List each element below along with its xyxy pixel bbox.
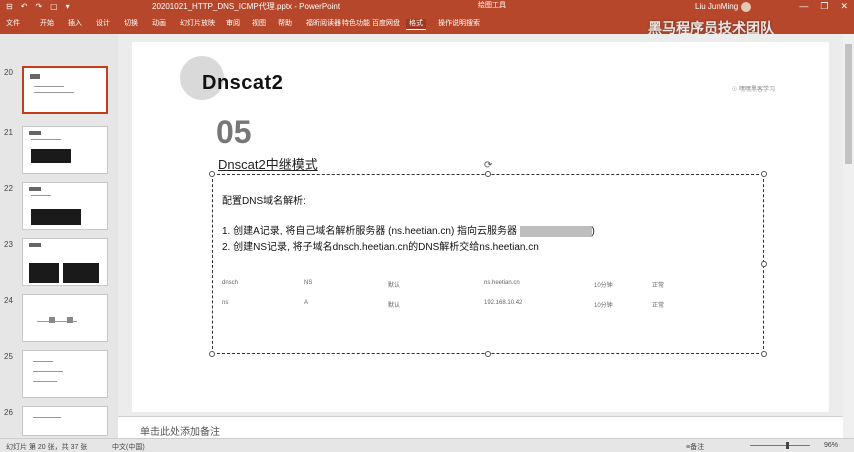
- resize-handle[interactable]: [761, 171, 767, 177]
- language-indicator[interactable]: 中文(中国): [112, 442, 145, 452]
- step-1-text[interactable]: 1. 创建A记录, 将自己域名解析服务器 (ns.heetian.cn) 指向云…: [222, 222, 595, 237]
- slide-thumbnail[interactable]: [22, 350, 108, 398]
- slide[interactable]: Dnscat2 ☉ 嘿嘿黑客学习 05 Dnscat2中继模式 ⟳ 配置DNS域…: [132, 42, 829, 412]
- tab-view[interactable]: 视图: [252, 19, 266, 29]
- tab-design[interactable]: 设计: [96, 19, 110, 29]
- present-icon[interactable]: ▢: [50, 2, 58, 12]
- cell: 默认: [388, 283, 401, 289]
- window-controls: — ❐ ✕: [799, 1, 848, 12]
- quick-access-toolbar: ⊟ ↶ ↷ ▢ ▾: [6, 2, 70, 12]
- slide-thumbnail-pane: 20 21 22 23 24 25 26: [0, 34, 118, 438]
- step-1-prefix: 1. 创建A记录, 将自己域名解析服务器 (ns.heetian.cn) 指向云…: [222, 226, 518, 237]
- cell: ns.heetian.cn: [484, 280, 520, 286]
- tab-animations[interactable]: 动画: [152, 19, 166, 29]
- undo-icon[interactable]: ↶: [21, 2, 28, 12]
- step-2-text[interactable]: 2. 创建NS记录, 将子域名dnsch.heetian.cn的DNS解析交给n…: [222, 238, 539, 253]
- cell: 默认: [388, 303, 401, 309]
- thumb-number: 22: [4, 184, 13, 193]
- notes-placeholder[interactable]: 单击此处添加备注: [140, 423, 220, 438]
- tab-format[interactable]: 格式: [406, 19, 426, 30]
- cell: 正常: [652, 283, 665, 289]
- resize-handle[interactable]: [209, 171, 215, 177]
- zoom-level[interactable]: 96%: [824, 442, 838, 449]
- brand-badge: ☉ 嘿嘿黑客学习: [732, 87, 776, 93]
- table-row: dnsch NS 默认 ns.heetian.cn 10分钟 正常: [222, 280, 742, 290]
- title-bar: ⊟ ↶ ↷ ▢ ▾ 20201021_HTTP_DNS_ICMP代理.pptx …: [0, 0, 854, 14]
- cell: A: [304, 300, 309, 306]
- thumb-number: 23: [4, 240, 13, 249]
- resize-handle[interactable]: [209, 351, 215, 357]
- thumb-number: 26: [4, 408, 13, 417]
- restore-button[interactable]: ❐: [820, 1, 828, 12]
- slide-editing-area: Dnscat2 ☉ 嘿嘿黑客学习 05 Dnscat2中继模式 ⟳ 配置DNS域…: [118, 34, 843, 416]
- notes-button[interactable]: ≡备注: [686, 442, 704, 452]
- document-title: 20201021_HTTP_DNS_ICMP代理.pptx - PowerPoi…: [152, 2, 341, 11]
- tab-help[interactable]: 帮助: [278, 19, 292, 29]
- search-commands[interactable]: 操作说明搜索: [438, 19, 480, 29]
- slide-info: 幻灯片 第 20 张，共 37 张: [6, 444, 88, 451]
- zoom-slider[interactable]: [750, 445, 810, 446]
- context-tools-label: 绘图工具: [478, 2, 506, 9]
- slide-thumbnail[interactable]: [22, 294, 108, 342]
- thumb-number: 25: [4, 352, 13, 361]
- slide-title[interactable]: Dnscat2: [202, 72, 283, 95]
- slide-thumbnail[interactable]: [22, 182, 108, 230]
- resize-handle[interactable]: [485, 351, 491, 357]
- user-name[interactable]: Liu JunMing: [695, 2, 738, 12]
- scrollbar-thumb[interactable]: [845, 44, 852, 164]
- rotate-handle-icon[interactable]: ⟳: [484, 160, 492, 171]
- resize-handle[interactable]: [761, 261, 767, 267]
- tab-transitions[interactable]: 切换: [124, 19, 138, 29]
- thumb-number: 24: [4, 296, 13, 305]
- resize-handle[interactable]: [761, 351, 767, 357]
- close-button[interactable]: ✕: [840, 1, 848, 12]
- thumb-number: 20: [4, 68, 13, 77]
- tab-slideshow[interactable]: 幻灯片放映: [180, 19, 215, 29]
- thumb-number: 21: [4, 128, 13, 137]
- status-bar: 幻灯片 第 20 张，共 37 张 中文(中国) ≡备注 96%: [0, 438, 854, 452]
- intro-text[interactable]: 配置DNS域名解析:: [222, 192, 306, 207]
- vertical-scrollbar[interactable]: [843, 34, 854, 438]
- tab-home[interactable]: 开始: [40, 19, 54, 29]
- slide-thumbnail[interactable]: [22, 66, 108, 114]
- cell: ns: [222, 300, 229, 306]
- cell: 10分钟: [594, 283, 613, 289]
- cell: 10分钟: [594, 303, 613, 309]
- section-number[interactable]: 05: [216, 114, 252, 151]
- tab-foxit[interactable]: 福昕阅读器: [306, 19, 341, 29]
- zoom-slider-knob[interactable]: [786, 442, 789, 449]
- cell: 192.168.10.42: [484, 300, 523, 306]
- step-1-suffix: ): [591, 226, 595, 237]
- slide-thumbnail[interactable]: [22, 126, 108, 174]
- customize-icon[interactable]: ▾: [66, 2, 70, 12]
- tab-insert[interactable]: 插入: [68, 19, 82, 29]
- save-icon[interactable]: ⊟: [6, 2, 13, 12]
- redacted-ip: (xxx.xxx.xxx.xxx: [519, 226, 592, 237]
- minimize-button[interactable]: —: [799, 1, 808, 12]
- cell: NS: [304, 280, 313, 286]
- tab-baidu[interactable]: 百度网盘: [372, 19, 400, 29]
- tab-review[interactable]: 审阅: [226, 19, 240, 29]
- avatar[interactable]: [741, 2, 751, 12]
- slide-thumbnail[interactable]: [22, 238, 108, 286]
- slide-thumbnail[interactable]: [22, 406, 108, 436]
- redo-icon[interactable]: ↷: [35, 2, 42, 12]
- cell: dnsch: [222, 280, 239, 286]
- table-row: ns A 默认 192.168.10.42 10分钟 正常: [222, 300, 742, 310]
- resize-handle[interactable]: [485, 171, 491, 177]
- notes-pane[interactable]: 单击此处添加备注: [118, 416, 843, 438]
- section-subtitle[interactable]: Dnscat2中继模式: [218, 154, 318, 173]
- tab-file[interactable]: 文件: [6, 19, 20, 29]
- tab-features[interactable]: 特色功能: [342, 19, 370, 29]
- cell: 正常: [652, 303, 665, 309]
